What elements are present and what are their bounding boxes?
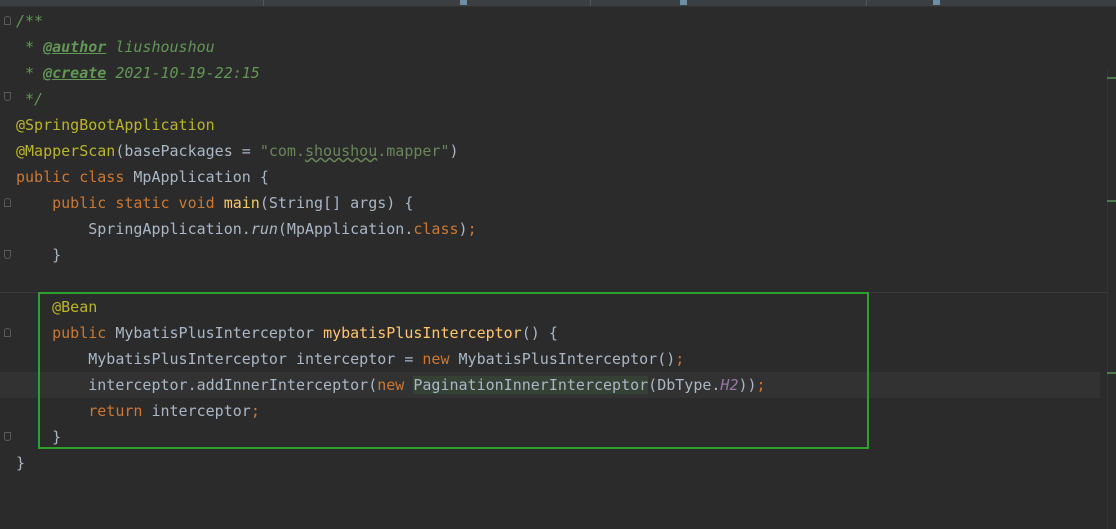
code-token: .mapper" [377, 142, 450, 160]
scroll-marker-icon [1107, 77, 1116, 79]
code-token: public class [16, 168, 134, 186]
highlight-box [38, 292, 869, 449]
code-token: (basePackages = [115, 142, 260, 160]
code-token: public static void [52, 194, 224, 212]
fold-icon[interactable] [4, 432, 11, 441]
code-line[interactable]: @SpringBootApplication [16, 112, 215, 138]
code-line[interactable]: SpringApplication.run(MpApplication.clas… [16, 216, 477, 242]
code-token: main [223, 194, 260, 212]
tab-separator [590, 0, 591, 6]
code-token: @create [43, 64, 107, 82]
fold-icon[interactable] [4, 16, 11, 25]
editor-tab-strip[interactable] [0, 0, 1116, 7]
code-line[interactable]: * @create 2021-10-19-22:15 [16, 60, 260, 86]
tab-separator [866, 0, 867, 6]
code-line[interactable]: } [16, 242, 61, 268]
code-token: * [16, 64, 44, 82]
fold-icon[interactable] [4, 92, 11, 101]
code-token: (String[] args) { [259, 194, 414, 212]
code-token: class [413, 220, 459, 238]
tab-separator [263, 0, 264, 6]
code-token: ) [449, 142, 459, 160]
code-token: SpringApplication. [16, 220, 251, 238]
code-token: liushoushou [106, 38, 215, 56]
java-file-icon [933, 0, 940, 5]
code-token: } [16, 454, 26, 472]
scroll-marker-icon [1107, 372, 1116, 374]
code-token: */ [16, 90, 44, 108]
code-token: 2021-10-19-22:15 [106, 64, 260, 82]
code-token: "com. [259, 142, 305, 160]
code-token: @SpringBootApplication [16, 116, 215, 134]
fold-icon[interactable] [4, 250, 11, 259]
code-line[interactable]: public class MpApplication { [16, 164, 269, 190]
code-line[interactable]: public static void main(String[] args) { [16, 190, 413, 216]
code-token: } [16, 246, 62, 264]
java-file-icon [460, 0, 467, 5]
code-token: (MpApplication. [277, 220, 414, 238]
code-token: run [250, 220, 278, 238]
code-line[interactable]: /** [16, 8, 43, 34]
code-token: /** [16, 12, 44, 30]
code-token: ) [458, 220, 468, 238]
vertical-scrollbar[interactable] [1107, 70, 1116, 529]
fold-icon[interactable] [4, 328, 11, 337]
code-token: @author [43, 38, 107, 56]
code-token: shoushou [305, 142, 378, 160]
code-token: MpApplication { [133, 168, 269, 186]
code-line[interactable]: @MapperScan(basePackages = "com.shoushou… [16, 138, 459, 164]
java-file-icon [680, 0, 687, 5]
code-token: ; [467, 220, 477, 238]
scroll-marker-icon [1107, 200, 1116, 202]
code-line[interactable]: */ [16, 86, 43, 112]
code-token: * [16, 38, 44, 56]
fold-icon[interactable] [4, 198, 11, 207]
code-token: @MapperScan [16, 142, 116, 160]
code-line[interactable]: } [16, 450, 25, 476]
code-line[interactable]: * @author liushoushou [16, 34, 215, 60]
